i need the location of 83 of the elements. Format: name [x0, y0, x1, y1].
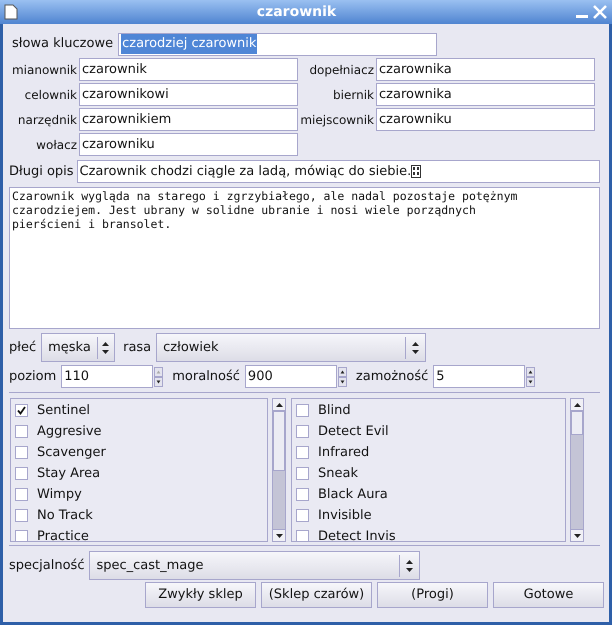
close-icon[interactable] [592, 4, 608, 20]
scroll-up-arrow-icon[interactable] [574, 402, 580, 406]
checkbox[interactable] [296, 488, 309, 501]
checkbox[interactable] [15, 425, 28, 438]
scroll-thumb[interactable] [571, 411, 583, 435]
flag-label: Sentinel [37, 402, 90, 420]
flag-label: Wimpy [37, 486, 82, 504]
text-field[interactable]: czarownikiem [79, 108, 298, 131]
text-field[interactable]: czarownika [376, 58, 595, 81]
scroll-up-arrow-icon[interactable] [276, 402, 282, 406]
dialog-button[interactable]: (Sklep czarów) [261, 582, 372, 608]
field-label: Długi opis [9, 162, 74, 181]
window-title: czarownik [256, 2, 338, 22]
field-label: płeć [9, 338, 36, 357]
flag-label: Black Aura [318, 486, 388, 504]
checkbox[interactable] [296, 446, 309, 459]
up-down-arrows-icon [101, 340, 110, 354]
field-label: narzędnik [16, 112, 78, 128]
field-label: celownik [24, 86, 78, 104]
text-field[interactable]: czarownik [79, 58, 298, 81]
flag-label: Aggresive [37, 422, 102, 441]
field-label: specjalność [9, 556, 84, 575]
checkbox[interactable] [15, 488, 28, 501]
description-text-area[interactable]: Czarownik wygląda na starego i zgrzybiałego, ale nadal pozostaje potężnym czarodziejem. Jest ubrany w solidne ubranie i nosi wiele porządnych pierścieni i bransolet. [9, 187, 600, 329]
field-label: dopełniacz [308, 62, 375, 78]
field-label: moralność [172, 368, 240, 386]
flag-label: Blind [318, 402, 351, 420]
number-field[interactable]: 110 [61, 365, 154, 388]
spin-down-button[interactable] [338, 376, 347, 386]
dialog-button[interactable]: Zwykły sklep [145, 582, 256, 608]
checkbox[interactable] [15, 509, 28, 522]
document-icon [4, 4, 18, 20]
flag-label: Stay Area [37, 464, 100, 483]
number-field[interactable]: 5 [433, 365, 526, 388]
field-label: rasa [123, 338, 152, 357]
checkbox[interactable] [15, 467, 28, 480]
keywords-field[interactable]: czarodziej czarownik [118, 32, 438, 56]
dialog-button[interactable]: (Progi) [377, 582, 488, 608]
field-label: wołacz [35, 136, 78, 154]
spin-down-button[interactable] [526, 376, 536, 386]
sex-dropdown[interactable]: męska [41, 333, 116, 362]
checkbox[interactable] [296, 467, 309, 480]
checkbox[interactable] [15, 530, 28, 541]
dialog-button[interactable]: Gotowe [493, 582, 604, 608]
field-label: mianownik [10, 62, 78, 78]
flag-label: Scavenger [37, 444, 106, 462]
spin-up-button[interactable] [526, 366, 536, 376]
text-field[interactable]: czarowniku [79, 133, 298, 156]
checkbox[interactable] [296, 404, 309, 417]
field-label: miejscownik [299, 112, 375, 128]
text-field[interactable]: czarownikowi [79, 83, 298, 106]
field-label: zamożność [356, 368, 428, 386]
spin-up-button[interactable] [338, 366, 347, 376]
up-down-arrows-icon [405, 558, 414, 572]
checkbox[interactable] [15, 446, 28, 459]
race-dropdown[interactable]: człowiek [156, 333, 426, 362]
text-field[interactable]: czarownika [376, 83, 595, 106]
field-label: słowa kluczowe [12, 35, 114, 54]
scrollbar[interactable] [570, 398, 584, 542]
up-down-arrows-icon [411, 340, 420, 354]
flag-label: Infrared [318, 444, 370, 462]
field-label: biernik [332, 86, 375, 104]
flag-label: Detect Invis [318, 528, 396, 541]
scroll-thumb[interactable] [273, 411, 285, 471]
spin-down-button[interactable] [154, 376, 164, 386]
checkbox[interactable] [296, 425, 309, 438]
flag-label: No Track [37, 506, 93, 525]
scroll-down-arrow-icon[interactable] [574, 534, 580, 538]
scroll-down-arrow-icon[interactable] [276, 534, 282, 538]
scrollbar[interactable] [272, 398, 286, 542]
checkbox[interactable] [296, 530, 309, 541]
text-field[interactable]: czarowniku [376, 108, 595, 131]
flag-label: Invisible [318, 506, 372, 525]
number-field[interactable]: 900 [244, 365, 337, 388]
field-label: poziom [9, 368, 56, 386]
long-description-field[interactable]: Czarownik chodzi ciągle za ladą, mówiąc do siebie. [76, 160, 600, 183]
missing-glyph-icon [411, 165, 422, 178]
flag-label: Detect Evil [318, 422, 389, 441]
checkbox[interactable] [15, 404, 28, 417]
checkbox[interactable] [296, 509, 309, 522]
specialty-dropdown[interactable]: spec_cast_mage [89, 551, 420, 580]
flag-label: Sneak [318, 464, 358, 483]
flag-label: Practice [37, 528, 89, 541]
